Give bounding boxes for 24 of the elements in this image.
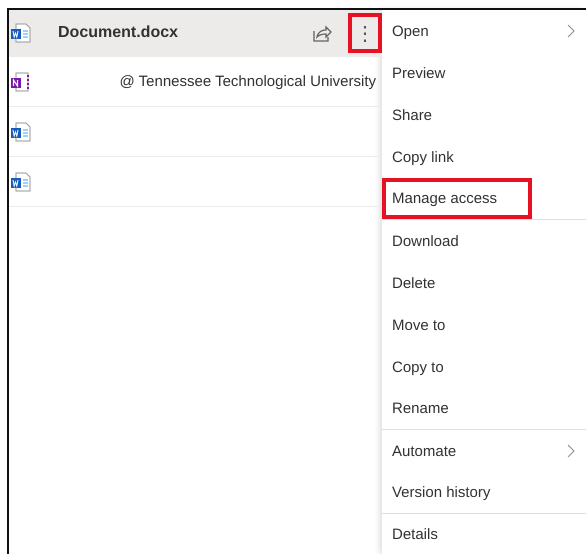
menu-item[interactable]: Open <box>382 10 586 52</box>
file-name[interactable]: Document.docx <box>58 24 178 42</box>
file-row[interactable]: @ Tennessee Technological University <box>9 57 382 107</box>
menu-item[interactable]: Automate <box>382 430 586 472</box>
word-document-icon <box>10 22 32 44</box>
menu-item[interactable]: Details <box>382 514 586 554</box>
menu-item[interactable]: Preview <box>382 52 586 94</box>
menu-item[interactable]: Copy to <box>382 346 586 388</box>
menu-item[interactable]: Move to <box>382 304 586 346</box>
word-document-icon <box>10 170 32 192</box>
menu-item[interactable]: Share <box>382 94 586 136</box>
menu-item[interactable]: Manage access <box>382 178 532 219</box>
menu-item[interactable]: Delete <box>382 262 586 304</box>
share-icon[interactable] <box>312 23 332 43</box>
notebook-icon <box>10 70 32 92</box>
word-document-icon <box>10 120 32 142</box>
file-detail: @ Tennessee Technological University <box>120 73 376 90</box>
chevron-right-icon <box>566 24 576 38</box>
chevron-right-icon <box>566 444 576 458</box>
menu-item[interactable]: Rename <box>382 388 586 429</box>
menu-item[interactable]: Copy link <box>382 136 586 178</box>
file-row[interactable]: Document.docx ⋮ <box>9 10 382 57</box>
menu-item[interactable]: Version history <box>382 472 586 513</box>
menu-item[interactable]: Download <box>382 220 586 262</box>
